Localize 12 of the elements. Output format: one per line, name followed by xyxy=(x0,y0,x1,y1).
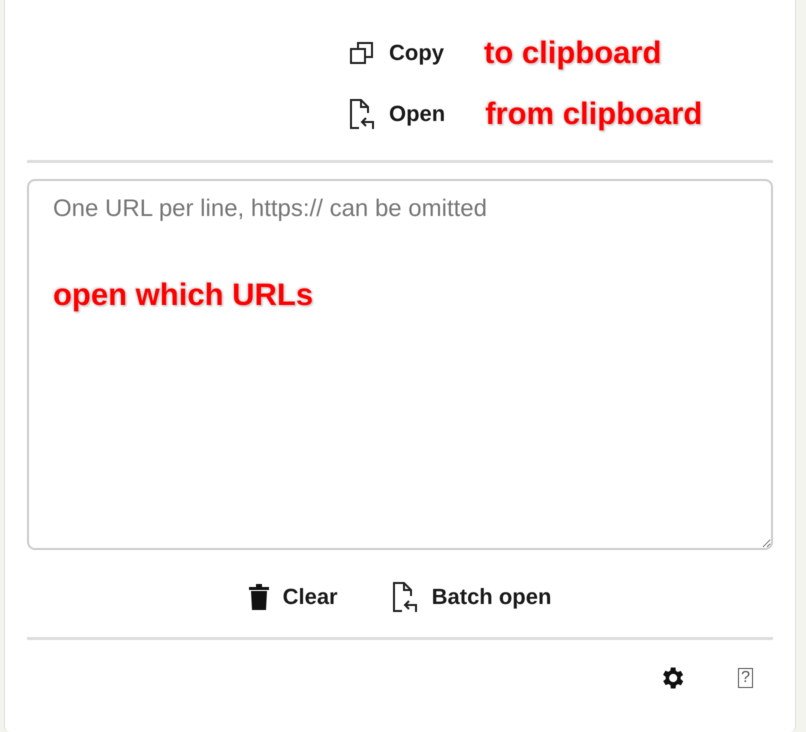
help-button[interactable]: ? xyxy=(738,668,753,688)
annotation-text: from clipboard xyxy=(485,98,702,129)
annotation-text: open which URLs xyxy=(53,279,314,310)
copy-button[interactable]: Copy xyxy=(349,36,444,69)
clear-button[interactable]: Clear xyxy=(248,580,338,613)
open-button[interactable]: Open xyxy=(349,97,446,130)
trash-icon xyxy=(248,584,269,610)
annotation-text: to clipboard xyxy=(484,37,662,68)
file-arrow-icon xyxy=(349,98,375,130)
copy-icon xyxy=(349,40,375,66)
open-button[interactable]: Batch open xyxy=(392,580,552,613)
file-arrow-icon xyxy=(392,580,418,612)
